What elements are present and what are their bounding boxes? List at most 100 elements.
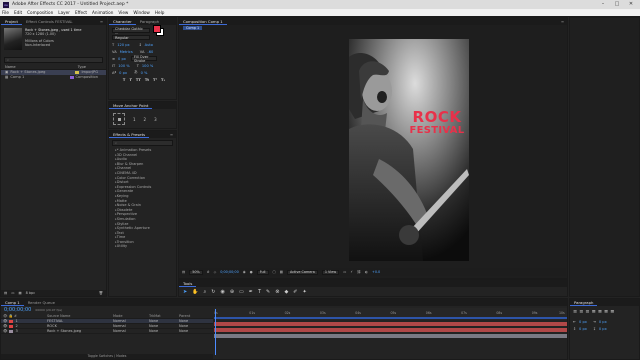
camera-dropdown[interactable]: Active Camera [286,269,318,275]
fill-stroke-swatch[interactable] [153,25,165,36]
fast-previews-icon[interactable]: ⚡ [350,270,352,274]
snapshot-camera-icon[interactable]: ◉ [243,270,246,274]
project-item-comp-1[interactable]: ▦ Comp 1 Composition [1,75,106,80]
new-composition-icon[interactable]: ▦ [18,291,21,295]
composition-canvas[interactable]: ROCK FESTIVAL [349,39,469,261]
exposure-value[interactable]: +0.0 [372,270,380,274]
tab-render-queue[interactable]: Render Queue [24,299,59,306]
resolution-dropdown[interactable]: Full [256,269,269,275]
layer-parent-dropdown[interactable]: None [177,329,207,333]
horizontal-scale-value[interactable]: 100 % [142,64,153,68]
always-preview-icon[interactable]: ▤ [182,270,185,274]
minimize-button[interactable]: – [596,0,610,9]
layer-trkmat-dropdown[interactable]: None [147,329,177,333]
space-after-value[interactable]: 0 px [599,327,607,331]
layer-mode-dropdown[interactable]: Normal [111,329,147,333]
menu-layer[interactable]: Layer [58,10,70,15]
col-name[interactable]: Name [5,65,16,70]
bit-depth-label[interactable]: 8 bpc [26,291,35,295]
grid-guides-icon[interactable]: # [207,270,210,274]
indent-left-value[interactable]: 0 px [579,320,587,324]
align-left-icon[interactable]: ≡ [573,309,577,315]
layer-row[interactable]: 👁 3 Rock + Stones.jpeg Normal None None [1,329,213,334]
tab-composition-comp-1[interactable]: Composition Comp 1 [179,18,227,25]
comp-breadcrumb[interactable]: Comp 1 [183,26,203,30]
col-trkmat[interactable]: TrkMat [147,314,177,318]
indent-right-value[interactable]: 0 px [599,320,607,324]
font-style-dropdown[interactable]: Regular [112,35,150,40]
work-area-bar[interactable] [214,317,567,319]
poster-title-festival[interactable]: FESTIVAL [407,124,467,137]
label-color-swatch[interactable] [69,76,74,79]
layer-parent-dropdown[interactable]: None [177,319,207,323]
col-parent[interactable]: Parent [177,314,207,318]
toggle-pixel-aspect-icon[interactable]: ▭ [343,270,346,274]
clone-stamp-tool-icon[interactable]: ⊗ [275,289,279,295]
tab-tools[interactable]: Tools [179,280,197,287]
rotation-tool-icon[interactable]: ↻ [211,289,215,295]
justify-center-icon[interactable]: ≣ [598,309,602,315]
superscript-button[interactable]: T¹ [153,78,157,82]
type-tool-icon[interactable]: T [258,289,261,295]
kerning-value[interactable]: Metrics [120,50,133,54]
layer-trkmat-dropdown[interactable]: None [147,319,177,323]
all-caps-button[interactable]: TT [136,78,141,82]
visibility-eye-icon[interactable]: 👁 [3,324,7,328]
eraser-tool-icon[interactable]: ◆ [284,289,288,295]
layer-name[interactable]: Rock + Stones.jpeg [45,329,111,333]
mask-visibility-icon[interactable]: ◇ [214,270,217,274]
rectangle-tool-icon[interactable]: ▭ [239,289,244,295]
tab-paragraph-panel[interactable]: Paragraph [570,299,598,306]
font-size-value[interactable]: 120 px [117,43,129,47]
close-button[interactable]: ✕ [624,0,638,9]
toggle-switches-modes[interactable]: Toggle Switches / Modes [1,354,213,359]
roto-brush-tool-icon[interactable]: ✐ [293,289,297,295]
menu-window[interactable]: Window [133,10,150,15]
camera-tool-icon[interactable]: ◉ [220,289,224,295]
panel-menu-icon[interactable]: ≡ [558,18,567,25]
trash-icon[interactable]: 🗑 [99,291,103,295]
new-folder-icon[interactable]: ▭ [11,291,14,295]
effects-category[interactable]: Utility [109,244,176,249]
tracking-value[interactable]: -60 [147,50,153,54]
menu-file[interactable]: File [2,10,9,15]
layer-name[interactable]: FESTIVAL [45,319,111,323]
layer-label-color[interactable] [9,319,14,323]
leading-value[interactable]: Auto [145,43,153,47]
current-time-indicator[interactable] [215,309,216,355]
tab-move-anchor-point[interactable]: Move Anchor Point [109,102,153,109]
region-of-interest-icon[interactable]: ▢ [273,270,276,274]
layer-label-color[interactable] [9,329,14,333]
show-channel-icon[interactable]: ● [250,270,253,274]
col-type[interactable]: Type [78,65,86,70]
tab-character[interactable]: Character [109,18,136,25]
timeline-link-icon[interactable]: ⛓ [357,270,361,274]
tab-timeline-comp-1[interactable]: Comp 1 [1,299,24,306]
zoom-tool-icon[interactable]: ⌕ [203,289,206,295]
visibility-eye-icon[interactable]: 👁 [3,329,7,333]
menu-help[interactable]: Help [155,10,165,15]
menu-animation[interactable]: Animation [92,10,113,15]
anchor-option-3[interactable]: 3 [154,117,157,122]
tab-effect-controls[interactable]: Effect Controls FESTIVAL [22,18,77,25]
col-mode[interactable]: Mode [111,314,147,318]
maximize-button[interactable]: □ [610,0,624,9]
layer-mode-dropdown[interactable]: Normal [111,324,147,328]
layer-parent-dropdown[interactable]: None [177,324,207,328]
timeline-current-time[interactable]: 0;00;00;00 [4,307,31,313]
tab-effects-presets[interactable]: Effects & Presets [109,131,150,138]
track-bar-rock[interactable] [214,328,567,332]
track-bar-festival[interactable] [214,322,567,326]
pen-tool-icon[interactable]: ✒ [249,289,253,295]
small-caps-button[interactable]: Tt [145,78,149,82]
selection-tool-icon[interactable]: ➤ [183,289,187,295]
poster-title-rock[interactable]: ROCK [407,110,467,125]
effects-search-input[interactable]: ⌕ [112,140,173,146]
panel-menu-icon[interactable]: ≡ [167,131,176,138]
baseline-shift-value[interactable]: 0 px [119,71,127,75]
layer-mode-dropdown[interactable]: Normal [111,319,147,323]
layer-name[interactable]: ROCK [45,324,111,328]
menu-view[interactable]: View [118,10,128,15]
menu-effect[interactable]: Effect [75,10,87,15]
layer-label-color[interactable] [9,324,14,328]
